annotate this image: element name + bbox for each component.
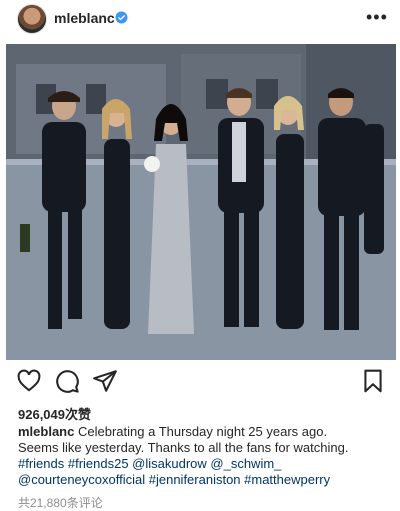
caption-tags-2[interactable]: @courteneycoxofficial #jenniferaniston #… [18,472,390,488]
post-header: mleblanc ••• [0,0,400,38]
bookmark-icon[interactable] [360,368,386,394]
comment-icon[interactable] [54,368,80,394]
like-count[interactable]: 926,049次赞 [18,404,91,423]
caption: mleblanc Celebrating a Thursday night 25… [18,424,390,488]
share-icon[interactable] [92,368,118,394]
avatar[interactable] [17,4,47,34]
verified-badge-icon [115,11,128,24]
caption-text-1: Celebrating a Thursday night 25 years ag… [77,424,328,439]
view-comments-link[interactable]: 共21,880条评论 [18,494,103,511]
caption-username[interactable]: mleblanc [18,424,74,439]
caption-line-1: mleblanc Celebrating a Thursday night 25… [18,424,390,440]
caption-text-2: Seems like yesterday. Thanks to all the … [18,440,349,455]
caption-tags-1[interactable]: #friends #friends25 @lisakudrow @_schwim… [18,456,390,472]
more-options-icon[interactable]: ••• [366,8,388,26]
action-bar [0,368,400,398]
post-image [6,44,396,360]
heart-icon[interactable] [16,368,42,394]
username[interactable]: mleblanc [54,10,115,26]
